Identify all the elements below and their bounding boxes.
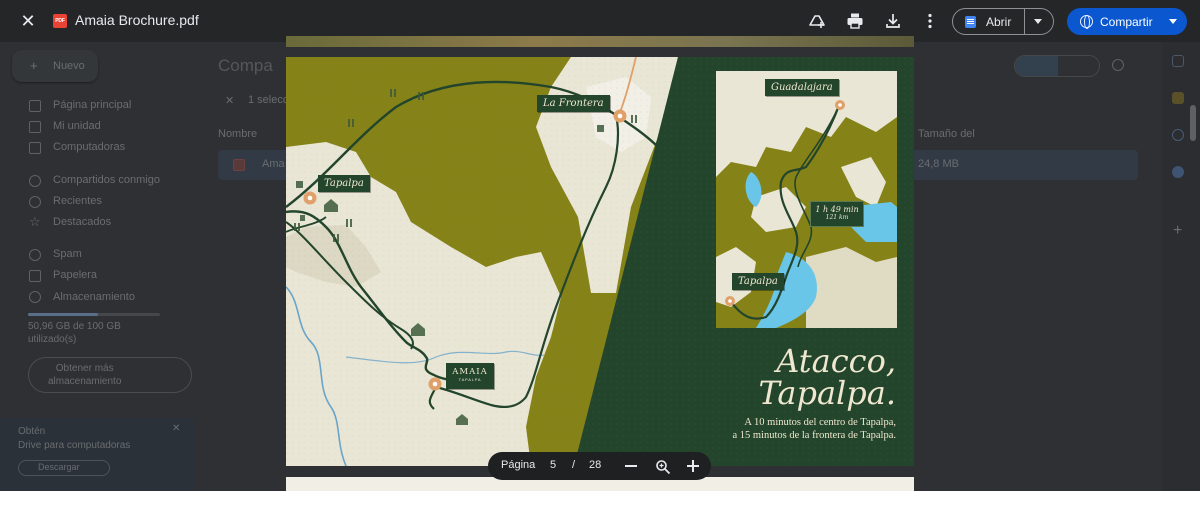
open-with-label: Abrir (986, 15, 1012, 29)
brochure-subtitle-line-1: A 10 minutos del centro de Tapalpa, (744, 417, 896, 428)
zoom-icon[interactable] (655, 459, 671, 475)
page-navigation: Página 5 / 28 (488, 452, 711, 480)
sidebar-item-shared[interactable]: Compartidos conmigo (53, 174, 160, 186)
label-amaia: AMAIA TAPALPA (446, 363, 494, 389)
current-page-input[interactable]: 5 (550, 459, 556, 471)
get-more-storage-label: Obtener más almacenamiento (48, 363, 122, 387)
sidebar-item-starred[interactable]: Destacados (53, 216, 111, 228)
add-addon-icon[interactable]: + (1173, 222, 1182, 240)
chevron-down-icon[interactable] (1034, 19, 1042, 24)
drive-distance: 121 km (825, 214, 849, 221)
brochure-subtitle-line-2: a 15 minutos de la frontera de Tapalpa. (732, 430, 896, 441)
previous-page (286, 36, 914, 47)
amaia-logo-subtext: TAPALPA (458, 377, 482, 382)
page-label: Página (501, 459, 536, 471)
contacts-icon[interactable] (1172, 166, 1184, 178)
sidebar-item-spam[interactable]: Spam (53, 248, 82, 260)
my-drive-icon (29, 121, 41, 133)
new-plus-icon: + (30, 58, 38, 73)
drive-time: 1 h 49 min (815, 205, 859, 214)
promo-title: Obtén (18, 426, 46, 437)
row-file-size: 24,8 MB (918, 158, 959, 170)
sidebar-item-home[interactable]: Página principal (53, 99, 131, 111)
print-icon[interactable] (845, 11, 865, 31)
pdf-badge-icon: PDF (53, 14, 67, 28)
zoom-out-icon[interactable] (625, 465, 637, 467)
trash-icon (29, 270, 41, 282)
amaia-logo-text: AMAIA (452, 367, 488, 377)
docs-icon (965, 16, 976, 28)
pdf-page: La Frontera Tapalpa AMAIA TAPALPA Guadal… (286, 57, 914, 466)
globe-icon (1080, 15, 1093, 29)
sidebar-item-computers[interactable]: Computadoras (53, 141, 125, 153)
promo-download-label: Descargar (38, 462, 80, 472)
pin-amaia (428, 377, 442, 391)
computers-icon (29, 142, 41, 154)
selection-count: 1 selecc (248, 94, 289, 106)
star-icon: ☆ (29, 214, 41, 229)
home-icon (29, 100, 41, 112)
column-name[interactable]: Nombre (218, 128, 257, 140)
promo-close-icon[interactable]: ✕ (172, 423, 180, 434)
spam-icon (29, 249, 41, 261)
zoom-in-icon[interactable] (687, 460, 699, 472)
share-button[interactable]: Compartir (1067, 8, 1187, 35)
pdf-file-icon (233, 159, 245, 171)
sidebar-item-my-drive[interactable]: Mi unidad (53, 120, 101, 132)
label-tapalpa: Tapalpa (318, 175, 370, 192)
row-file-name: Ama (262, 158, 285, 170)
open-with-button[interactable]: Abrir (952, 8, 1054, 35)
shared-icon (29, 175, 41, 187)
breadcrumb: Compa (218, 56, 273, 75)
column-size[interactable]: Tamaño del (918, 128, 975, 140)
keep-icon[interactable] (1172, 92, 1184, 104)
new-button-label: Nuevo (53, 60, 85, 72)
scrollbar-thumb[interactable] (1190, 105, 1196, 141)
info-icon[interactable] (1112, 59, 1124, 71)
storage-bar (28, 313, 160, 316)
bottom-strip (0, 491, 1200, 507)
sidebar-item-storage[interactable]: Almacenamiento (53, 291, 135, 303)
page-separator: / (572, 459, 576, 471)
brochure-title-line-2: Tapalpa. (758, 374, 896, 412)
sidebar-item-recent[interactable]: Recientes (53, 195, 102, 207)
drive-distance-box: 1 h 49 min 121 km (810, 201, 864, 227)
close-icon[interactable]: ✕ (18, 11, 38, 31)
pin-la-frontera (613, 109, 627, 123)
cloud-icon (29, 291, 41, 303)
more-vert-icon[interactable] (920, 11, 940, 31)
pin-tapalpa (303, 191, 317, 205)
storage-used: 50,96 GB de 100 GB (28, 321, 121, 332)
clear-selection-icon[interactable]: ✕ (225, 94, 234, 107)
view-toggle[interactable] (1014, 55, 1100, 77)
share-label: Compartir (1100, 15, 1153, 29)
storage-used-suffix: utilizado(s) (28, 334, 77, 345)
share-chevron-down-icon[interactable] (1169, 19, 1177, 24)
tasks-icon[interactable] (1172, 129, 1184, 141)
open-with-divider (1024, 9, 1025, 34)
promo-text: Drive para computadoras (18, 440, 131, 451)
download-icon[interactable] (883, 11, 903, 31)
sidebar-item-trash[interactable]: Papelera (53, 269, 97, 281)
recent-icon (29, 196, 41, 208)
label-la-frontera: La Frontera (537, 95, 610, 112)
label-guadalajara: Guadalajara (765, 79, 839, 96)
label-tapalpa-inset: Tapalpa (732, 273, 784, 290)
add-to-drive-icon[interactable] (807, 11, 827, 31)
total-pages: 28 (589, 459, 602, 471)
calendar-icon[interactable] (1172, 55, 1184, 67)
file-name: Amaia Brochure.pdf (75, 12, 199, 28)
